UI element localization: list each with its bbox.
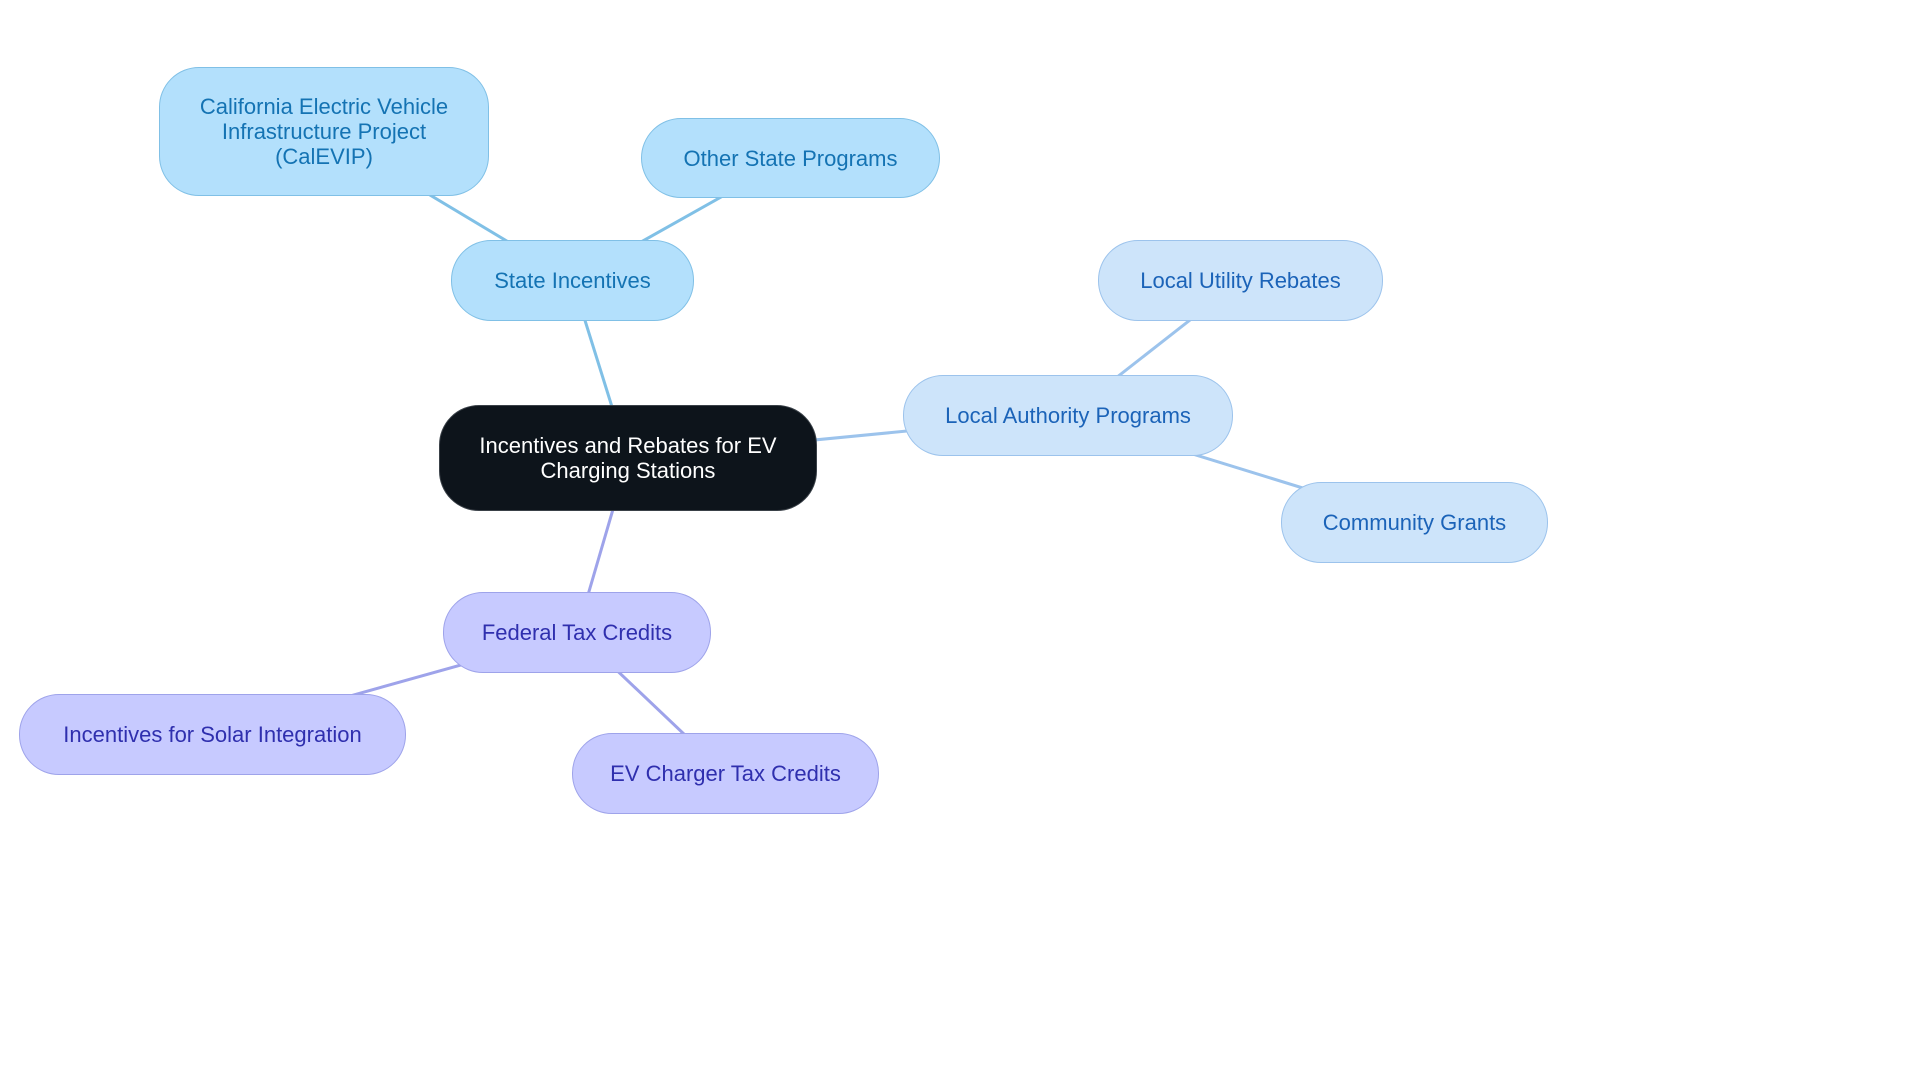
node-local-authority-programs[interactable]: Local Authority Programs — [903, 375, 1233, 456]
node-label: Incentives for Solar Integration — [63, 722, 362, 747]
node-community-grants[interactable]: Community Grants — [1281, 482, 1548, 563]
node-label: Other State Programs — [683, 145, 898, 171]
node-label: Local Utility Rebates — [1140, 268, 1341, 293]
root-node[interactable]: Incentives and Rebates for EV Charging S… — [439, 405, 817, 511]
mind-map-canvas: Incentives and Rebates for EV Charging S… — [0, 0, 1920, 1083]
node-label: Federal Tax Credits — [481, 620, 673, 645]
node-state-incentives[interactable]: State Incentives — [451, 240, 694, 321]
node-solar-integration[interactable]: Incentives for Solar Integration — [19, 694, 406, 775]
node-federal-tax-credits[interactable]: Federal Tax Credits — [443, 592, 711, 673]
node-label: State Incentives — [494, 268, 651, 293]
node-label: California Electric Vehicle Infrastructu… — [199, 94, 449, 169]
node-other-state-programs[interactable]: Other State Programs — [641, 118, 940, 198]
node-local-utility-rebates[interactable]: Local Utility Rebates — [1098, 240, 1383, 321]
node-ev-charger-tax-credits[interactable]: EV Charger Tax Credits — [572, 733, 879, 814]
node-label: EV Charger Tax Credits — [610, 761, 841, 786]
node-label: Local Authority Programs — [945, 403, 1191, 428]
node-label: Community Grants — [1322, 510, 1507, 535]
node-calevip[interactable]: California Electric Vehicle Infrastructu… — [159, 67, 489, 196]
root-node-label: Incentives and Rebates for EV Charging S… — [479, 433, 777, 483]
